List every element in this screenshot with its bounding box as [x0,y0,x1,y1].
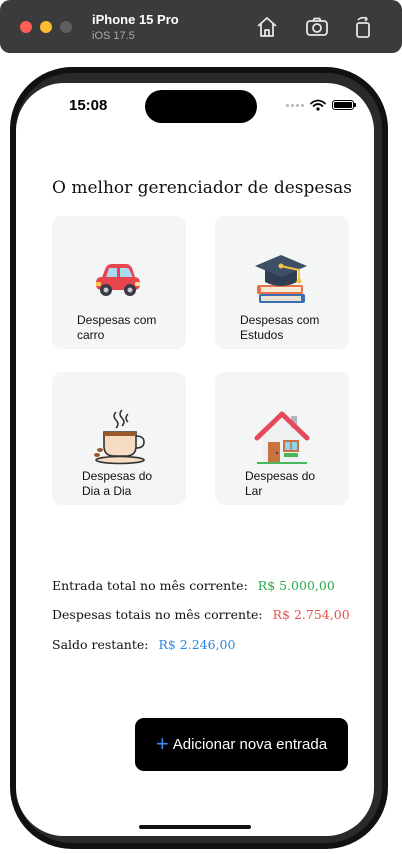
signal-icon [286,103,304,107]
income-value: R$ 5.000,00 [257,578,335,593]
simulator-toolbar: iPhone 15 Pro iOS 17.5 [0,0,402,53]
app-screen: 15:08 O melhor gerenciador de despesas D… [16,83,374,836]
rotate-icon[interactable] [350,14,376,40]
add-entry-label: Adicionar nova entrada [172,736,328,753]
category-card-dia-a-dia[interactable]: Despesas do Dia a Dia [52,372,186,505]
coffee-icon [94,409,145,465]
simulator-device-name: iPhone 15 Pro [92,12,179,27]
page-title: O melhor gerenciador de despesas [52,178,353,198]
category-label: Despesas com carro [77,313,157,342]
simulator-os-version: iOS 17.5 [92,30,135,42]
zoom-window-button[interactable] [60,21,72,33]
category-label: Despesas do Dia a Dia [82,469,153,498]
expenses-row: Despesas totais no mês corrente: R$ 2.75… [52,607,350,622]
status-icons [286,99,356,111]
balance-label: Saldo restante: [52,637,149,652]
dynamic-island [145,90,257,123]
expenses-value: R$ 2.754,00 [272,607,350,622]
balance-value: R$ 2.246,00 [158,637,236,652]
home-indicator[interactable] [139,825,251,829]
battery-icon [332,100,356,110]
wifi-icon [310,99,326,111]
income-row: Entrada total no mês corrente: R$ 5.000,… [52,578,335,593]
add-entry-button[interactable]: + Adicionar nova entrada [135,718,348,771]
minimize-window-button[interactable] [40,21,52,33]
status-time: 15:08 [69,97,108,114]
category-card-estudos[interactable]: Despesas com Estudos [215,216,349,349]
expenses-label: Despesas totais no mês corrente: [52,607,263,622]
home-icon[interactable] [254,14,280,40]
category-card-carro[interactable]: Despesas com carro [52,216,186,349]
car-icon [96,264,140,296]
category-label: Despesas do Lar [245,469,316,498]
category-card-lar[interactable]: Despesas do Lar [215,372,349,505]
screenshot-icon[interactable] [304,14,330,40]
balance-row: Saldo restante: R$ 2.246,00 [52,637,235,652]
graduation-icon [255,255,307,303]
house-icon [254,411,310,464]
close-window-button[interactable] [20,21,32,33]
plus-icon: + [155,730,169,756]
income-label: Entrada total no mês corrente: [52,578,248,593]
category-label: Despesas com Estudos [240,313,320,342]
